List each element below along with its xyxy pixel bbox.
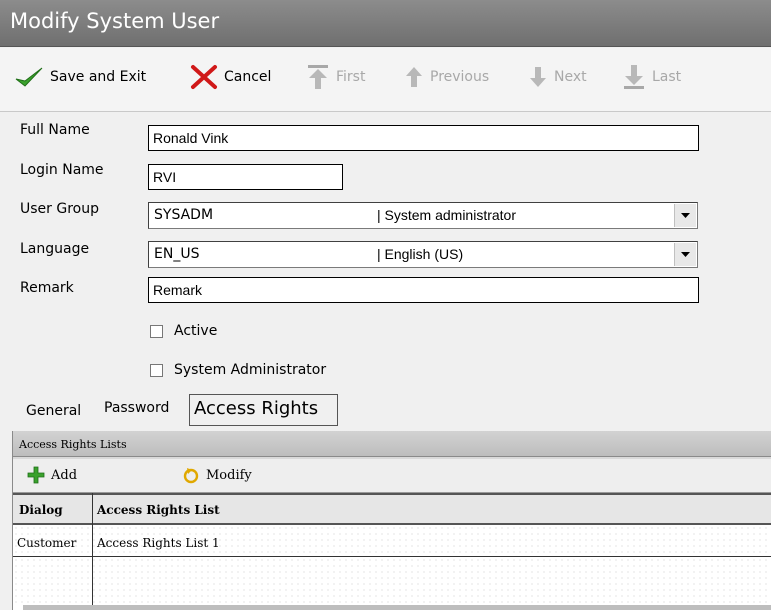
language-code: EN_US xyxy=(154,246,200,262)
cell-dialog: Customer xyxy=(17,536,77,550)
login-name-field[interactable]: RVI xyxy=(148,164,343,190)
language-select[interactable]: EN_US | English (US) xyxy=(148,241,698,268)
user-group-code: SYSADM xyxy=(154,207,214,223)
cell-access-rights-list: Access Rights List 1 xyxy=(97,536,220,550)
horizontal-scrollbar[interactable] xyxy=(23,605,771,610)
modify-button[interactable]: Modify xyxy=(182,466,252,484)
arrow-down-icon xyxy=(530,67,546,87)
title-bar: Modify System User xyxy=(0,0,771,47)
column-header-access-rights-list[interactable]: Access Rights List xyxy=(97,503,220,517)
full-name-label: Full Name xyxy=(20,122,90,138)
checkbox-box[interactable] xyxy=(150,363,163,377)
last-label: Last xyxy=(652,69,682,85)
chevron-down-icon[interactable] xyxy=(674,204,696,227)
checkmark-icon xyxy=(15,67,43,87)
tab-password[interactable]: Password xyxy=(104,400,169,416)
table-row[interactable]: Customer Access Rights List 1 xyxy=(13,525,771,557)
user-group-label: User Group xyxy=(20,201,99,217)
cancel-button[interactable]: Cancel xyxy=(190,62,271,92)
save-and-exit-button[interactable]: Save and Exit xyxy=(14,62,146,92)
arrow-last-icon xyxy=(624,65,644,89)
table-header: Dialog Access Rights List xyxy=(13,493,771,525)
login-name-label: Login Name xyxy=(20,162,104,178)
last-button[interactable]: Last xyxy=(622,62,681,92)
user-form: Full Name Ronald Vink Login Name RVI Use… xyxy=(0,112,771,394)
user-group-description: | System administrator xyxy=(377,207,517,223)
remark-label: Remark xyxy=(20,280,74,296)
access-rights-table: Dialog Access Rights List Customer Acces… xyxy=(13,493,771,610)
table-row-empty[interactable] xyxy=(13,557,771,605)
first-button[interactable]: First xyxy=(306,62,365,92)
modify-label: Modify xyxy=(206,467,252,483)
previous-label: Previous xyxy=(430,69,490,85)
tab-access-rights[interactable]: Access Rights xyxy=(189,394,338,426)
access-rights-panel: Access Rights Lists Add Modify Dialog Ac… xyxy=(12,431,771,610)
arrow-up-icon xyxy=(406,67,422,87)
window-title: Modify System User xyxy=(10,9,220,33)
first-label: First xyxy=(336,69,366,85)
plus-icon xyxy=(27,466,45,484)
active-label: Active xyxy=(174,323,218,339)
panel-title: Access Rights Lists xyxy=(13,431,771,457)
add-button[interactable]: Add xyxy=(27,466,77,484)
cancel-label: Cancel xyxy=(224,69,272,85)
chevron-down-icon[interactable] xyxy=(674,243,696,266)
language-description: | English (US) xyxy=(377,246,464,262)
full-name-field[interactable]: Ronald Vink xyxy=(148,125,699,151)
next-button[interactable]: Next xyxy=(528,62,587,92)
checkbox-box[interactable] xyxy=(150,324,163,338)
tab-general[interactable]: General xyxy=(26,403,81,419)
toolbar: Save and Exit Cancel First Previous Next… xyxy=(0,48,771,112)
close-icon xyxy=(191,65,217,89)
arrow-first-icon xyxy=(308,65,328,89)
system-administrator-checkbox[interactable]: System Administrator xyxy=(150,362,326,378)
system-administrator-label: System Administrator xyxy=(174,362,327,378)
next-label: Next xyxy=(554,69,587,85)
previous-button[interactable]: Previous xyxy=(404,62,489,92)
add-label: Add xyxy=(51,467,78,483)
remark-field[interactable]: Remark xyxy=(148,277,699,303)
tab-strip: General Password Access Rights xyxy=(0,394,771,430)
column-divider xyxy=(92,493,93,605)
panel-toolbar: Add Modify xyxy=(13,459,771,493)
save-and-exit-label: Save and Exit xyxy=(50,69,147,85)
language-label: Language xyxy=(20,241,90,257)
column-header-dialog[interactable]: Dialog xyxy=(19,503,63,517)
user-group-select[interactable]: SYSADM | System administrator xyxy=(148,202,698,229)
refresh-icon xyxy=(183,468,199,484)
active-checkbox[interactable]: Active xyxy=(150,323,217,339)
